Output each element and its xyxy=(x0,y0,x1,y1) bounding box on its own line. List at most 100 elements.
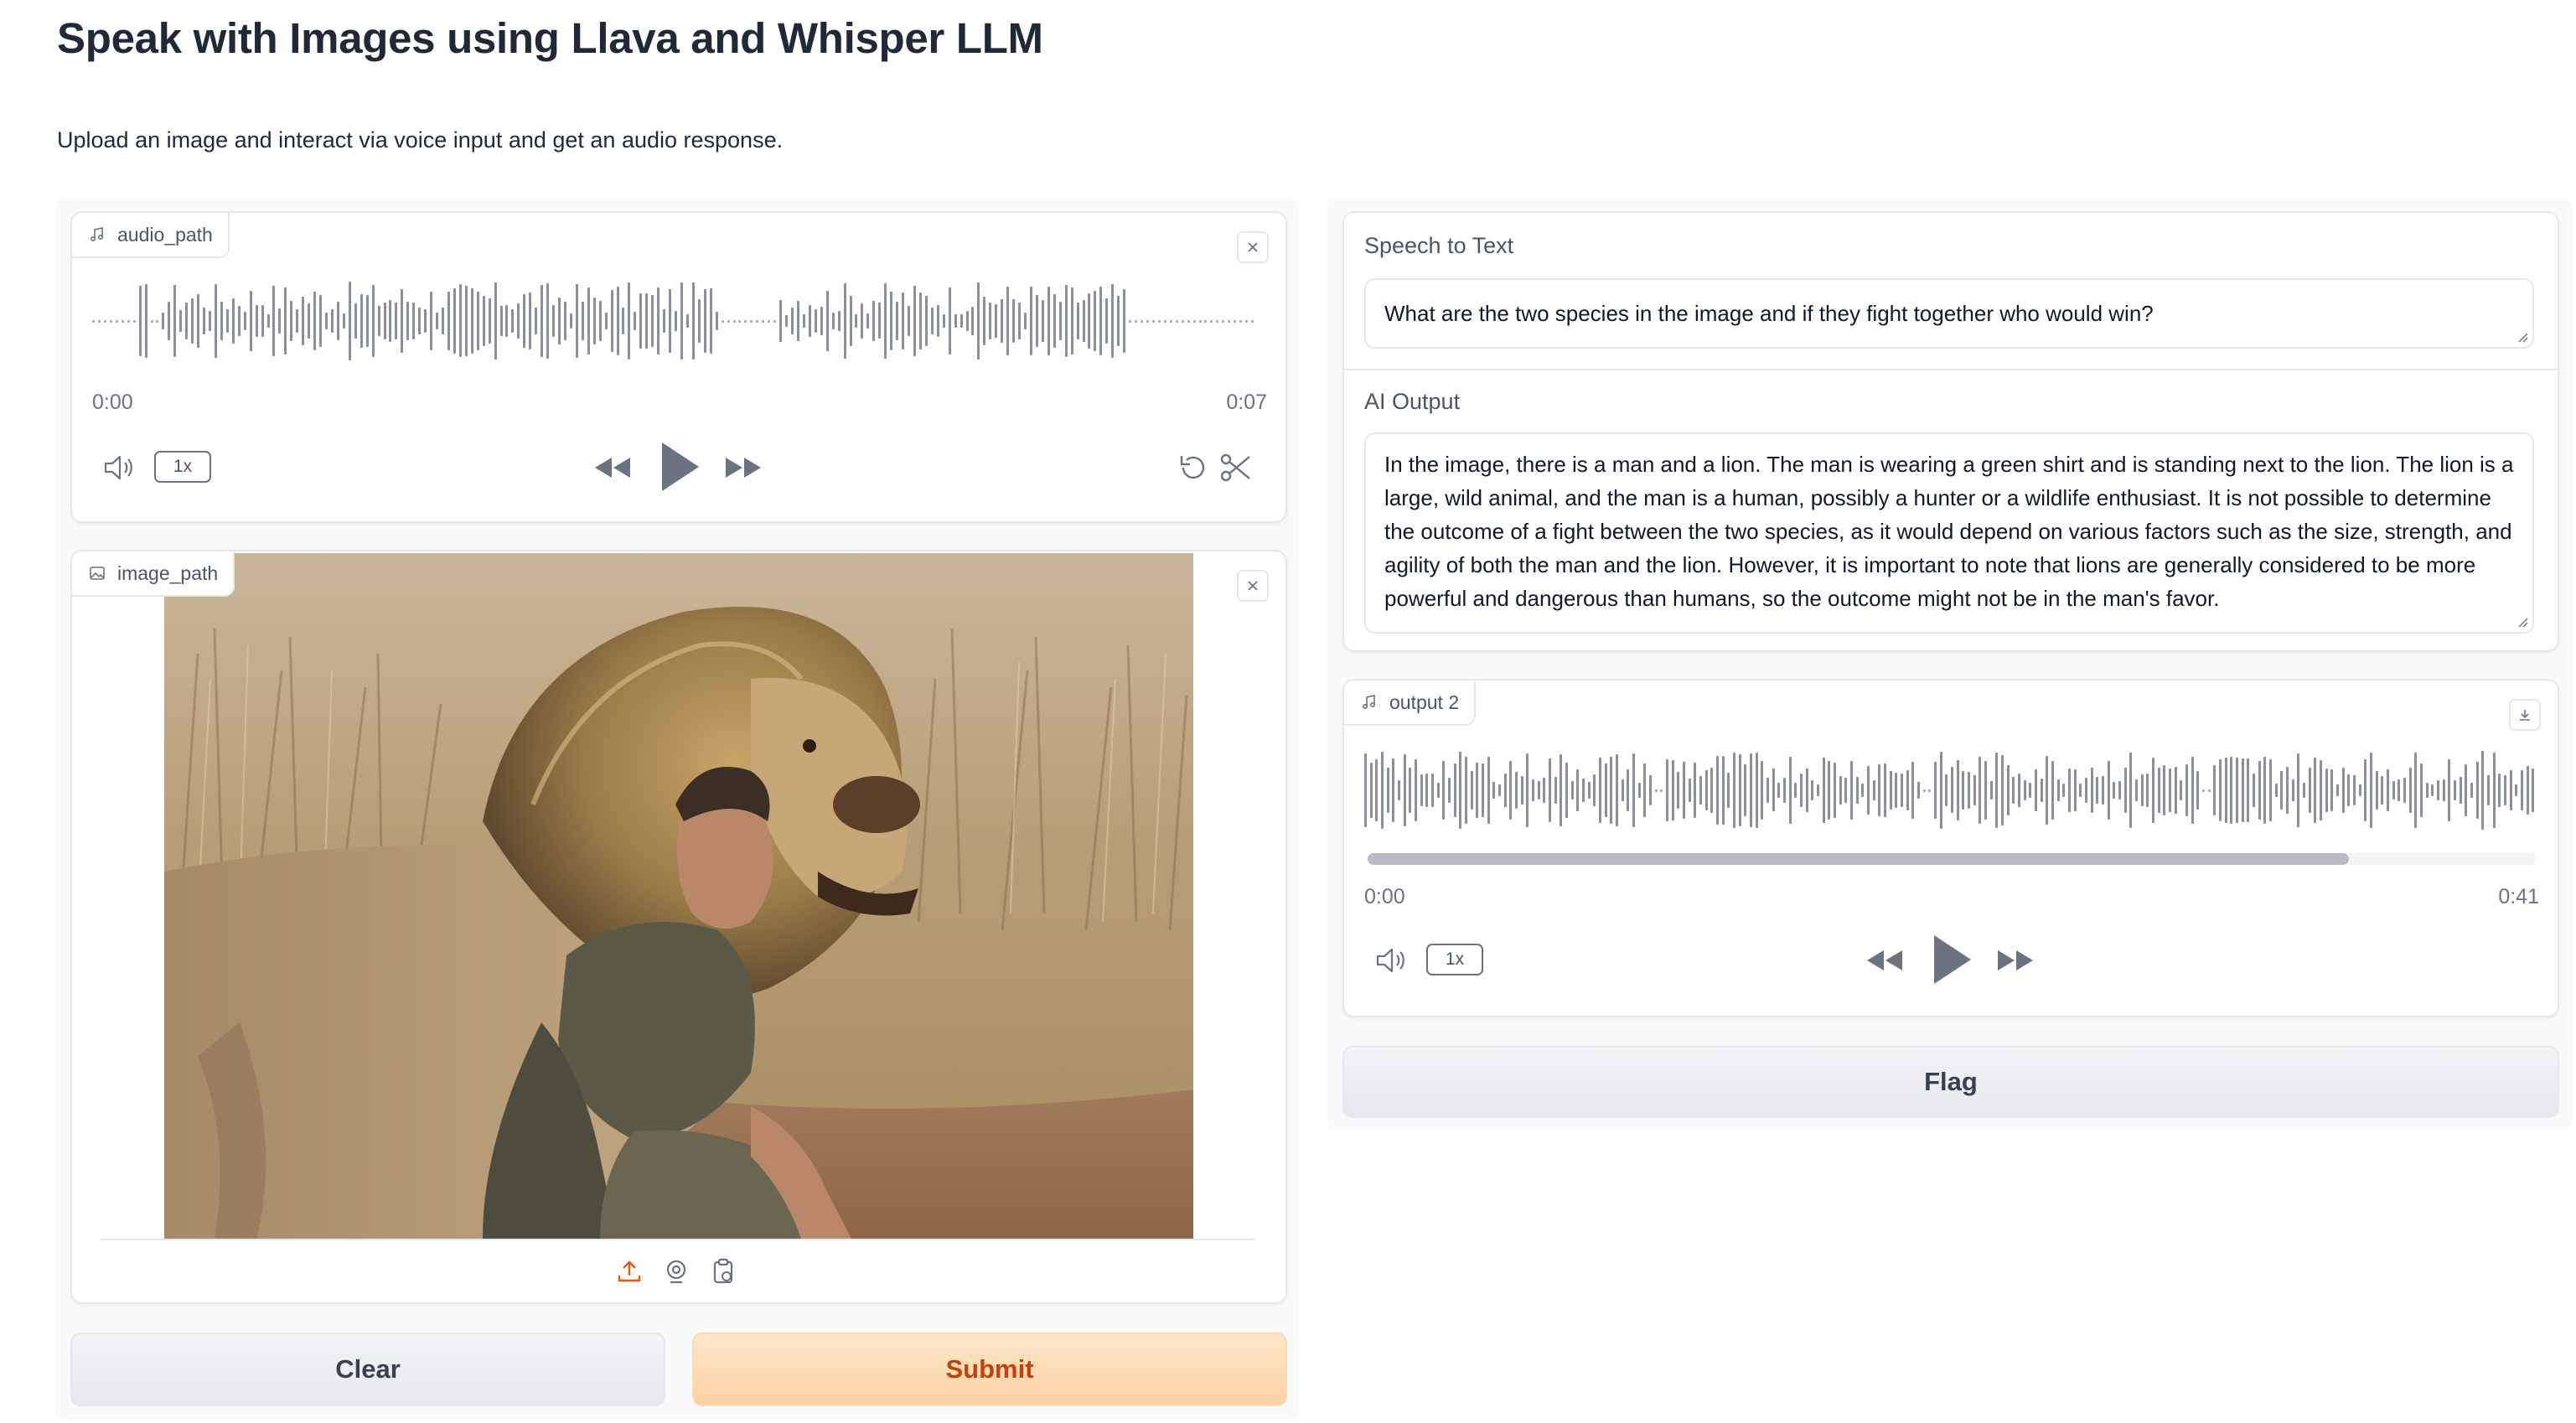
waveform-bar xyxy=(92,320,95,323)
waveform-bar xyxy=(225,308,229,334)
waveform-bar xyxy=(1163,320,1166,323)
waveform-bar xyxy=(401,288,404,354)
waveform-bar xyxy=(796,300,799,342)
clipboard-button[interactable] xyxy=(709,1257,737,1286)
waveform-bar xyxy=(1018,303,1022,339)
audio-clear-button[interactable] xyxy=(1237,231,1269,263)
waveform-bar xyxy=(1381,751,1384,830)
waveform-bar xyxy=(1889,771,1892,810)
speech-to-text-value: What are the two species in the image an… xyxy=(1384,301,2154,326)
waveform-bar xyxy=(523,293,526,349)
playback-speed-button[interactable]: 1x xyxy=(1426,944,1483,975)
waveform-bar xyxy=(505,304,509,338)
waveform-bar xyxy=(1175,320,1178,323)
trim-button[interactable] xyxy=(1217,449,1254,486)
waveform-bar xyxy=(1012,298,1016,343)
waveform-bar xyxy=(197,294,200,348)
waveform-bar xyxy=(1146,320,1149,323)
playback-speed-button[interactable]: 1x xyxy=(154,451,211,483)
waveform-bar xyxy=(639,292,643,349)
text-outputs-card: Speech to Text What are the two species … xyxy=(1342,211,2559,652)
playback-progress-track[interactable] xyxy=(1368,853,2536,865)
waveform-bar xyxy=(1610,757,1613,824)
waveform-bar xyxy=(1627,768,1630,812)
waveform-bar xyxy=(2442,779,2445,802)
page-title: Speak with Images using Llava and Whispe… xyxy=(57,14,1043,62)
waveform-bar xyxy=(2420,763,2423,817)
waveform-bar xyxy=(552,304,556,338)
waveform-bar xyxy=(1721,756,1725,825)
waveform-bar xyxy=(634,311,637,331)
volume-button[interactable] xyxy=(1373,942,1410,979)
download-button[interactable] xyxy=(2509,699,2541,731)
waveform-bar xyxy=(424,308,427,334)
waveform-bar xyxy=(1029,287,1032,355)
waveform-bar xyxy=(138,285,142,357)
waveform-bar xyxy=(2325,768,2328,812)
resize-handle-icon[interactable] xyxy=(2517,332,2529,344)
waveform-bar xyxy=(1694,763,1697,818)
waveform-bar xyxy=(511,309,515,333)
volume-icon xyxy=(1376,948,1404,973)
waveform-bar xyxy=(628,282,631,360)
waveform-bar xyxy=(2073,769,2077,811)
fast-forward-button[interactable] xyxy=(1994,942,2036,979)
waveform-bar xyxy=(1099,286,1103,356)
clipboard-icon xyxy=(713,1258,733,1284)
speech-to-text-field[interactable]: What are the two species in the image an… xyxy=(1364,278,2534,349)
fast-forward-button[interactable] xyxy=(722,449,764,486)
waveform-bar xyxy=(750,320,753,323)
waveform-bar xyxy=(144,284,147,358)
waveform-bar xyxy=(1398,780,1400,800)
waveform-bar xyxy=(2001,755,2004,825)
ai-output-field[interactable]: In the image, there is a man and a lion.… xyxy=(1364,432,2534,634)
waveform-bar xyxy=(1492,781,1496,799)
waveform-bar xyxy=(592,297,596,345)
waveform-bar xyxy=(820,307,823,335)
waveform-bar xyxy=(1822,758,1825,823)
waveform-bar xyxy=(2062,783,2066,798)
waveform-bar xyxy=(2448,759,2451,821)
waveform-bar xyxy=(1934,762,1937,819)
waveform-bar xyxy=(2090,768,2093,813)
waveform-bar xyxy=(1895,773,1898,808)
audio-input-waveform[interactable] xyxy=(92,275,1257,367)
submit-button[interactable]: Submit xyxy=(692,1332,1287,1406)
waveform-bar xyxy=(1671,760,1674,820)
waveform-bar xyxy=(249,291,252,351)
image-clear-button[interactable] xyxy=(1237,570,1269,602)
waveform-bar xyxy=(2286,766,2289,815)
volume-button[interactable] xyxy=(101,449,137,486)
rewind-button[interactable] xyxy=(1864,942,1906,979)
waveform-bar xyxy=(2515,784,2518,797)
clear-button[interactable]: Clear xyxy=(70,1332,665,1406)
waveform-bar xyxy=(1570,781,1574,799)
waveform-bar xyxy=(2163,765,2166,815)
flag-button[interactable]: Flag xyxy=(1342,1046,2559,1118)
waveform-bar xyxy=(2303,782,2305,799)
waveform-bar xyxy=(308,303,311,339)
waveform-bar xyxy=(2129,752,2133,829)
upload-button[interactable] xyxy=(615,1257,644,1286)
waveform-bar xyxy=(482,295,485,347)
resize-handle-icon[interactable] xyxy=(2517,617,2529,629)
waveform-bar xyxy=(831,312,835,330)
rewind-button[interactable] xyxy=(592,449,634,486)
undo-button[interactable] xyxy=(1175,449,1212,486)
play-button[interactable] xyxy=(655,437,702,496)
waveform-bar xyxy=(243,311,246,331)
audio-output-waveform[interactable] xyxy=(1364,744,2537,836)
waveform-bar xyxy=(2403,777,2406,804)
waveform-bar xyxy=(727,320,730,323)
waveform-bar xyxy=(1520,775,1523,805)
waveform-bar xyxy=(913,286,916,356)
waveform-bar xyxy=(1850,760,1853,820)
waveform-bar xyxy=(1565,763,1568,818)
waveform-bar xyxy=(2370,753,2372,828)
waveform-bar xyxy=(563,302,566,340)
play-button[interactable] xyxy=(1927,930,1974,989)
webcam-button[interactable] xyxy=(662,1257,691,1286)
waveform-bar xyxy=(1632,753,1635,827)
waveform-bar xyxy=(2269,758,2272,822)
waveform-bar xyxy=(2291,779,2294,801)
